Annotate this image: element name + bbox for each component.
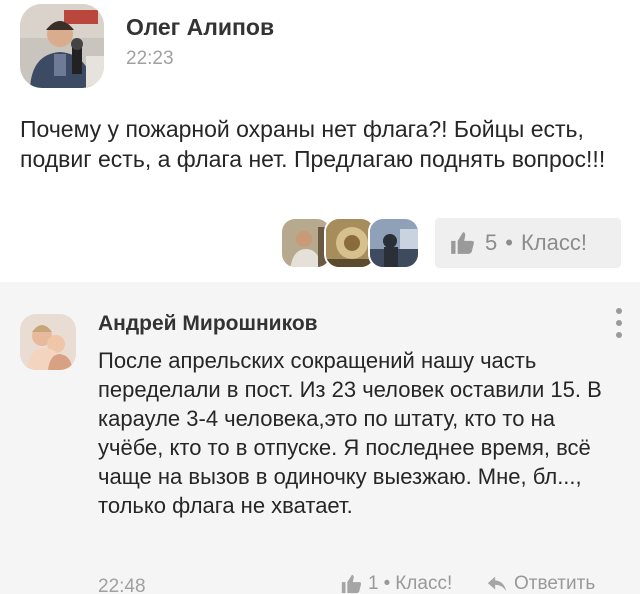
comment-like-label: Класс! bbox=[395, 573, 453, 594]
post-like-button[interactable]: 5 • Класс! bbox=[435, 218, 621, 268]
post-author-name[interactable]: Олег Алипов bbox=[126, 14, 274, 41]
commenter-avatar[interactable] bbox=[20, 314, 76, 370]
comment-author-name[interactable]: Андрей Мирошников bbox=[98, 312, 318, 336]
more-options-icon[interactable] bbox=[612, 308, 626, 348]
likers-avatars[interactable] bbox=[280, 217, 420, 269]
post-card: Олег Алипов 22:23 Почему у пожарной охра… bbox=[0, 0, 640, 282]
liker-avatar[interactable] bbox=[368, 217, 420, 269]
thumbs-up-icon bbox=[451, 232, 474, 254]
author-avatar[interactable] bbox=[20, 4, 104, 88]
post-timestamp: 22:23 bbox=[126, 48, 174, 69]
comment-like-button[interactable]: 1 • Класс! bbox=[340, 573, 452, 594]
thumbs-up-icon bbox=[341, 574, 362, 594]
comment-like-count: 1 bbox=[368, 573, 379, 594]
separator-dot: • bbox=[505, 230, 513, 255]
separator-dot: • bbox=[383, 573, 391, 594]
post-like-count: 5 bbox=[485, 230, 498, 255]
comment-timestamp: 22:48 bbox=[98, 576, 146, 594]
comment-card: Андрей Мирошников После апрельских сокра… bbox=[0, 282, 640, 594]
reply-button[interactable]: Ответить bbox=[486, 573, 595, 594]
post-like-label: Класс! bbox=[520, 230, 587, 255]
reply-arrow-icon bbox=[487, 576, 507, 592]
comment-text: После апрельских сокращений нашу часть п… bbox=[98, 348, 602, 518]
post-text: Почему у пожарной охраны нет флага?! Бой… bbox=[20, 116, 606, 172]
reply-label: Ответить bbox=[514, 573, 596, 594]
